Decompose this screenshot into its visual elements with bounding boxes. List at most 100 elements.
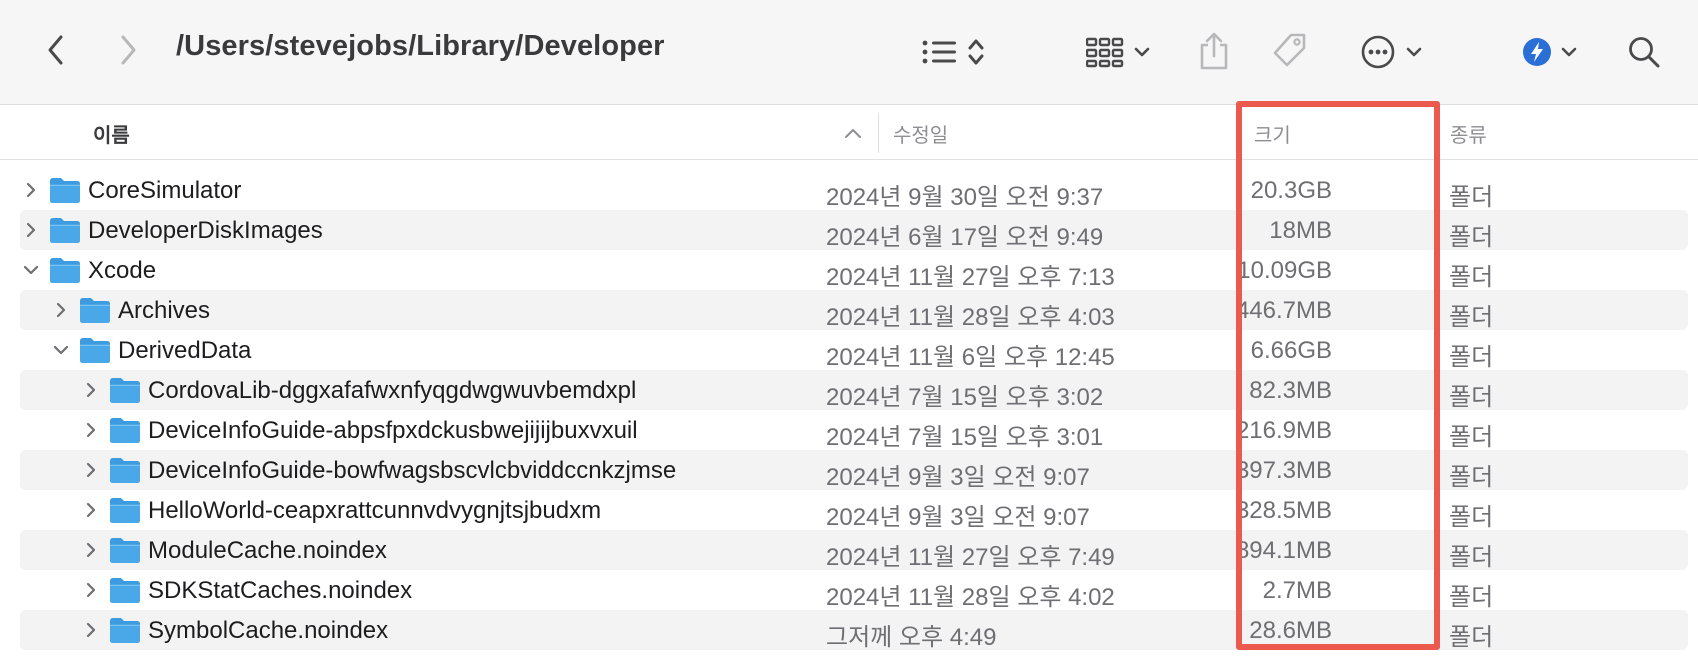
file-row[interactable]: DeviceInfoGuide-bowfwagsbscvlcbviddccnkz… (20, 450, 1688, 491)
disclosure-chevron-down-icon[interactable] (52, 341, 70, 359)
disclosure-chevron-right-icon[interactable] (52, 301, 70, 319)
file-kind: 폴더 (1449, 624, 1494, 651)
file-kind: 폴더 (1449, 464, 1494, 491)
file-modified-date: 2024년 6월 17일 오전 9:49 (826, 224, 1104, 251)
column-header-modified[interactable]: 수정일 (893, 119, 948, 148)
file-modified-date: 2024년 11월 28일 오후 4:03 (826, 304, 1115, 331)
folder-icon (80, 298, 110, 323)
folder-icon (110, 418, 140, 443)
file-row[interactable]: DerivedData 2024년 11월 6일 오후 12:45 6.66GB 폴더 (20, 330, 1688, 371)
file-name: DeviceInfoGuide-abpsfpxdckusbwejijijbuxv… (148, 417, 638, 444)
disclosure-chevron-right-icon[interactable] (22, 181, 40, 199)
file-kind: 폴더 (1449, 264, 1494, 291)
more-actions-button[interactable] (1356, 32, 1426, 72)
folder-icon (50, 178, 80, 203)
folder-icon (80, 338, 110, 363)
folder-icon (110, 618, 140, 643)
app-badge-icon (1523, 38, 1551, 66)
sort-ascending-icon[interactable] (844, 127, 862, 139)
disclosure-chevron-right-icon[interactable] (82, 421, 100, 439)
file-size: 397.3MB (1235, 457, 1332, 484)
app-extension-button[interactable] (1518, 32, 1580, 72)
column-header-name[interactable]: 이름 (93, 119, 130, 148)
file-size: 216.9MB (1235, 417, 1332, 444)
disclosure-chevron-right-icon[interactable] (82, 581, 100, 599)
group-grid-icon (1086, 37, 1124, 68)
folder-icon (110, 578, 140, 603)
column-divider[interactable] (1434, 113, 1435, 153)
file-modified-date: 2024년 11월 6일 오후 12:45 (826, 344, 1115, 371)
file-row[interactable]: Archives 2024년 11월 28일 오후 4:03 446.7MB 폴더 (20, 290, 1688, 331)
column-header-bar: 이름 수정일 크기 종류 (0, 105, 1698, 160)
file-row[interactable]: SymbolCache.noindex 그저께 오후 4:49 28.6MB 폴더 (20, 610, 1688, 651)
back-chevron-icon (48, 35, 63, 65)
folder-icon (50, 258, 80, 283)
file-name: DeveloperDiskImages (88, 217, 323, 244)
folder-icon (110, 498, 140, 523)
more-ellipsis-icon (1361, 35, 1395, 69)
file-modified-date: 2024년 7월 15일 오후 3:01 (826, 424, 1104, 451)
file-size: 20.3GB (1250, 177, 1332, 204)
forward-chevron-icon (121, 35, 136, 65)
disclosure-chevron-right-icon[interactable] (82, 501, 100, 519)
chevron-down-icon (1561, 47, 1577, 57)
file-row[interactable]: CoreSimulator 2024년 9월 30일 오전 9:37 20.3GB 폴… (20, 170, 1688, 211)
file-size: 328.5MB (1235, 497, 1332, 524)
file-name: SymbolCache.noindex (148, 617, 389, 644)
file-row[interactable]: DeveloperDiskImages 2024년 6월 17일 오전 9:49 1… (20, 210, 1688, 251)
file-size: 6.66GB (1250, 337, 1332, 364)
file-kind: 폴더 (1449, 544, 1494, 571)
column-divider[interactable] (878, 113, 879, 153)
file-modified-date: 2024년 7월 15일 오후 3:02 (826, 384, 1104, 411)
file-size: 18MB (1269, 217, 1332, 244)
group-button[interactable] (1080, 32, 1156, 72)
file-name: SDKStatCaches.noindex (148, 577, 413, 604)
file-size: 10.09GB (1237, 257, 1332, 284)
disclosure-chevron-right-icon[interactable] (82, 621, 100, 639)
file-modified-date: 그저께 오후 4:49 (826, 624, 997, 651)
disclosure-chevron-right-icon[interactable] (82, 461, 100, 479)
file-kind: 폴더 (1449, 584, 1494, 611)
file-modified-date: 2024년 11월 27일 오후 7:49 (826, 544, 1115, 571)
tag-icon (1273, 33, 1306, 67)
finder-toolbar: /Users/stevejobs/Library/Developer (0, 0, 1698, 105)
back-button[interactable] (40, 30, 72, 70)
file-row[interactable]: Xcode 2024년 11월 27일 오후 7:13 10.09GB 폴더 (20, 250, 1688, 291)
sort-updown-icon (968, 39, 984, 65)
file-size: 82.3MB (1249, 377, 1332, 404)
file-modified-date: 2024년 11월 28일 오후 4:02 (826, 584, 1115, 611)
share-button[interactable] (1196, 30, 1232, 72)
file-row[interactable]: ModuleCache.noindex 2024년 11월 27일 오후 7:49… (20, 530, 1688, 571)
file-row[interactable]: HelloWorld-ceapxrattcunnvdvygnjtsjbudxm 2… (20, 490, 1688, 531)
column-header-size[interactable]: 크기 (1254, 119, 1291, 148)
file-name: Xcode (88, 257, 157, 284)
window-path-title: /Users/stevejobs/Library/Developer (176, 30, 665, 62)
file-name: CordovaLib-dggxafafwxnfyqgdwgwuvbemdxpl (148, 377, 637, 404)
disclosure-chevron-down-icon[interactable] (22, 261, 40, 279)
tag-button[interactable] (1270, 30, 1310, 72)
column-header-kind[interactable]: 종류 (1450, 119, 1487, 148)
file-name: DerivedData (118, 337, 252, 364)
file-row[interactable]: SDKStatCaches.noindex 2024년 11월 28일 오후 4:… (20, 570, 1688, 611)
share-icon (1200, 32, 1228, 70)
view-mode-button[interactable] (912, 32, 994, 72)
column-divider[interactable] (1236, 113, 1237, 153)
file-size: 446.7MB (1235, 297, 1332, 324)
chevron-down-icon (1134, 47, 1150, 57)
file-row[interactable]: DeviceInfoGuide-abpsfpxdckusbwejijijbuxv… (20, 410, 1688, 451)
file-modified-date: 2024년 9월 3일 오전 9:07 (826, 504, 1090, 531)
folder-icon (110, 458, 140, 483)
search-icon (1629, 37, 1660, 68)
file-kind: 폴더 (1449, 384, 1494, 411)
file-modified-date: 2024년 11월 27일 오후 7:13 (826, 264, 1115, 291)
file-name: HelloWorld-ceapxrattcunnvdvygnjtsjbudxm (148, 497, 602, 524)
forward-button[interactable] (112, 30, 144, 70)
disclosure-chevron-right-icon[interactable] (82, 381, 100, 399)
search-button[interactable] (1624, 32, 1664, 72)
disclosure-chevron-right-icon[interactable] (82, 541, 100, 559)
disclosure-chevron-right-icon[interactable] (22, 221, 40, 239)
file-row[interactable]: CordovaLib-dggxafafwxnfyqgdwgwuvbemdxpl 2… (20, 370, 1688, 411)
file-kind: 폴더 (1449, 504, 1494, 531)
chevron-down-icon (1406, 47, 1422, 57)
file-name: ModuleCache.noindex (148, 537, 387, 564)
